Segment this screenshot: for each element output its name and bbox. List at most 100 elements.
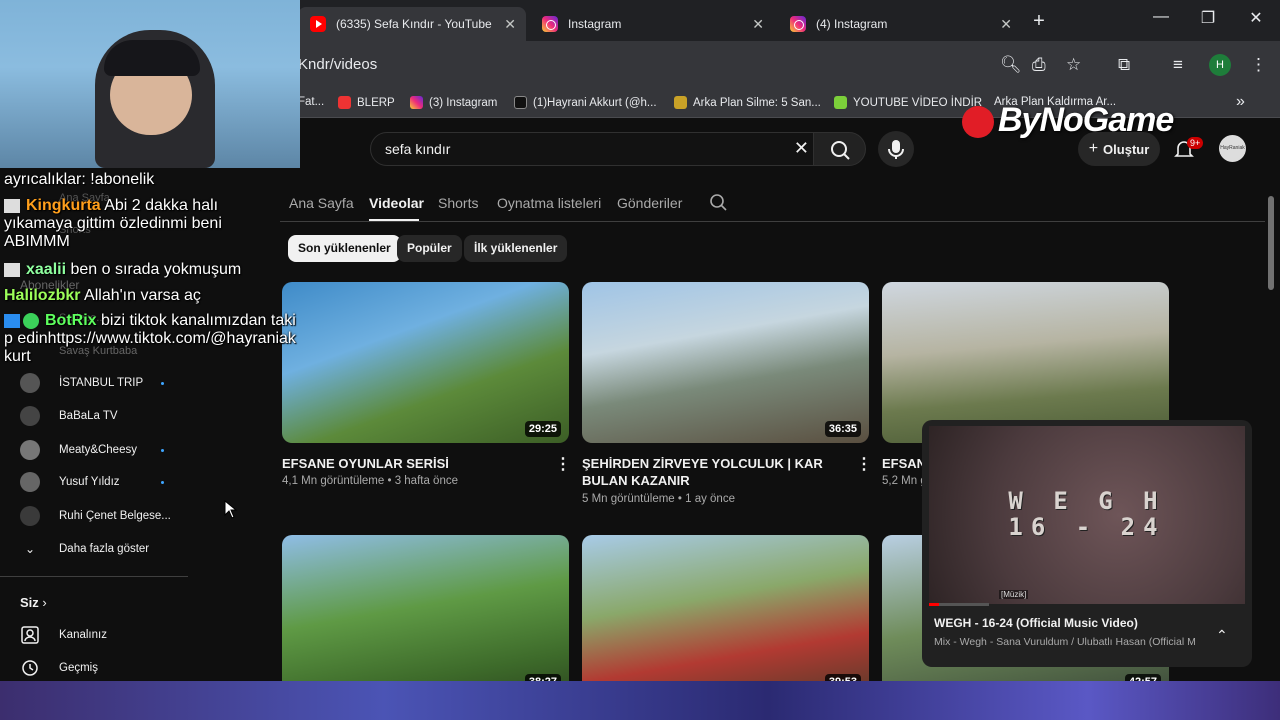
video-meta: 5,2 Mn g [882, 475, 927, 487]
tab-shorts[interactable]: Shorts [438, 195, 478, 211]
sidebar-item-your-channel[interactable]: Kanalınız [20, 623, 107, 647]
video-meta: 5 Mn görüntüleme • 1 ay önce [582, 493, 735, 505]
bookmark-item[interactable]: BLERP [338, 96, 395, 109]
bot-avatar-icon [23, 312, 39, 329]
miniplayer-progress[interactable] [929, 603, 989, 606]
chip-latest[interactable]: Son yüklenenler [288, 235, 401, 262]
sidebar-subscription[interactable]: Meaty&Cheesy [20, 438, 137, 462]
tab-label: (4) Instagram [816, 17, 888, 31]
install-app-icon[interactable]: ⎙ [1032, 55, 1046, 75]
minimize-button[interactable]: — [1138, 8, 1184, 26]
tab-instagram-4[interactable]: (4) Instagram ✕ [778, 7, 1022, 41]
page-scrollbar[interactable] [1268, 196, 1274, 290]
microphone-icon [888, 140, 904, 159]
video-title[interactable]: EFSANE OYUNLAR SERİSİ [282, 455, 542, 472]
sidebar-item-history[interactable]: Geçmiş [20, 656, 98, 680]
tiktok-icon [514, 96, 527, 109]
miniplayer-subtitle: Mix - Wegh - Sana Vuruldum / Ulubatlı Ha… [934, 636, 1196, 648]
miniplayer[interactable]: W E G H 16 - 24 [Müzik] WEGH - 16-24 (Off… [922, 420, 1252, 667]
tab-youtube[interactable]: (6335) Sefa Kındır - YouTube ✕ [298, 7, 526, 41]
show-more-button[interactable]: ⌄ Daha fazla göster [20, 537, 149, 561]
instagram-favicon-icon [542, 16, 558, 32]
chat-message: xaalii ben o sırada yokmuşum [4, 261, 241, 279]
video-thumbnail[interactable]: 36:35 [582, 282, 869, 443]
video-thumbnail[interactable] [882, 282, 1169, 443]
youtube-favicon-icon [310, 16, 326, 32]
channel-avatar [20, 373, 40, 393]
tab-instagram[interactable]: Instagram ✕ [530, 7, 774, 41]
caption-tag: [Müzik] [999, 590, 1029, 599]
channel-avatar [20, 406, 40, 426]
new-content-dot [161, 382, 164, 385]
video-menu-icon[interactable]: ⋮ [856, 454, 872, 474]
search-query: sefa kındır [385, 141, 451, 157]
close-tab-icon[interactable]: ✕ [504, 16, 516, 33]
extensions-icon[interactable]: ⧉ [1118, 55, 1130, 75]
search-icon [831, 141, 850, 160]
sidebar-subscription[interactable]: BaBaLa TV [20, 404, 118, 428]
sidebar-subscription[interactable]: Yusuf Yıldız [20, 470, 120, 494]
zoom-icon[interactable]: 🔍︎ [1000, 55, 1022, 75]
bot-badge-icon [4, 313, 20, 328]
video-overlay-text: W E G H 16 - 24 [1008, 487, 1166, 541]
tab-playlists[interactable]: Oynatma listeleri [497, 195, 601, 211]
url-field[interactable]: Kndr/videos [298, 56, 377, 73]
bookmark-item[interactable]: (1)Hayrani Akkurt (@h... [514, 96, 657, 109]
video-title[interactable]: ŞEHİRDEN ZİRVEYE YOLCULUK | KAR BULAN KA… [582, 455, 854, 489]
expand-chevron-icon[interactable]: ⌃ [1216, 627, 1228, 644]
tab-posts[interactable]: Gönderiler [617, 195, 682, 211]
bookmark-item[interactable]: (3) Instagram [410, 96, 497, 109]
bynogame-logo-icon [962, 106, 994, 138]
menu-kebab-icon[interactable]: ⋮ [1250, 55, 1267, 75]
bookmark-item[interactable]: YOUTUBE VİDEO İNDİR [834, 96, 982, 109]
blerp-icon [338, 96, 351, 109]
bookmark-item[interactable]: Fat... [298, 96, 324, 108]
media-control-icon[interactable]: ≡ [1173, 55, 1183, 75]
tab-label: Instagram [568, 17, 622, 31]
chat-message: Halilozbkr Allah'ın varsa aç [4, 287, 201, 304]
account-avatar[interactable]: HayRaniak [1219, 135, 1246, 162]
instagram-icon [410, 96, 423, 109]
new-tab-button[interactable]: + [1016, 10, 1062, 33]
close-tab-icon[interactable]: ✕ [752, 16, 764, 33]
video-thumbnail[interactable]: 38:27 [282, 535, 569, 696]
bookmarks-overflow-icon[interactable]: » [1236, 93, 1245, 111]
sidebar-subscription[interactable]: Ruhi Çenet Belgese... [20, 504, 171, 528]
channel-search-icon[interactable] [709, 193, 729, 213]
miniplayer-title[interactable]: WEGH - 16-24 (Official Music Video) [934, 616, 1138, 630]
duration-badge: 29:25 [524, 421, 561, 437]
webcam-overlay [0, 0, 300, 168]
bookmark-star-icon[interactable]: ☆ [1066, 55, 1081, 75]
chat-message: Kingkurta Abi 2 dakka halı yıkamaya gitt… [4, 197, 222, 250]
chip-oldest[interactable]: İlk yüklenenler [464, 235, 568, 262]
plus-icon: + [1088, 140, 1099, 157]
badge-icon [4, 198, 20, 213]
channel-avatar [20, 440, 40, 460]
video-meta: 4,1 Mn görüntüleme • 3 hafta önce [282, 475, 458, 487]
voice-search-button[interactable] [878, 131, 914, 167]
profile-avatar[interactable]: H [1209, 54, 1231, 76]
video-menu-icon[interactable]: ⋮ [555, 454, 571, 474]
tab-home[interactable]: Ana Sayfa [289, 195, 354, 211]
tab-videos[interactable]: Videolar [369, 195, 424, 211]
clear-search-icon[interactable]: ✕ [794, 138, 809, 159]
window-close-button[interactable]: ✕ [1233, 8, 1279, 28]
chat-message: BotRix bizi tiktok kanalımızdan takip ed… [4, 312, 296, 365]
tab-label: (6335) Sefa Kındır - YouTube [336, 17, 492, 31]
channel-avatar [20, 506, 40, 526]
video-thumbnail[interactable]: 29:25 [282, 282, 569, 443]
search-input[interactable]: sefa kındır ✕ [370, 132, 820, 166]
video-title[interactable]: EFSAN [882, 455, 926, 472]
chevron-down-icon: ⌄ [24, 542, 36, 556]
search-button[interactable] [813, 132, 866, 166]
you-section-header[interactable]: Siz › [20, 595, 47, 610]
restore-button[interactable]: ❐ [1185, 8, 1231, 28]
chip-popular[interactable]: Popüler [397, 235, 462, 262]
create-button[interactable]: + Oluştur [1078, 132, 1160, 166]
miniplayer-video[interactable]: W E G H 16 - 24 [Müzik] [929, 426, 1245, 604]
sidebar-subscription[interactable]: İSTANBUL TRIP [20, 371, 143, 395]
bookmark-item[interactable]: Arka Plan Silme: 5 San... [674, 96, 821, 109]
close-tab-icon[interactable]: ✕ [1000, 16, 1012, 33]
chat-message: ayrıcalıklar: !abonelik [4, 171, 155, 188]
video-thumbnail[interactable]: 39:53 [582, 535, 869, 696]
